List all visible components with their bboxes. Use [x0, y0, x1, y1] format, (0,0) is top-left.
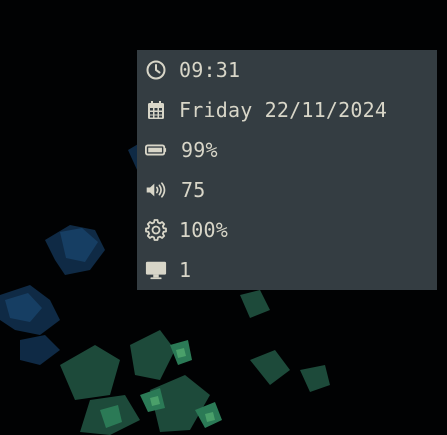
time-value: 09:31	[179, 58, 241, 82]
calendar-icon	[145, 99, 167, 121]
battery-row: 99%	[137, 130, 437, 170]
date-value: Friday 22/11/2024	[179, 98, 388, 122]
volume-icon	[145, 179, 167, 201]
brightness-row: 100%	[137, 210, 437, 250]
monitor-icon	[145, 259, 167, 281]
workspace-row: 1	[137, 250, 437, 290]
clock-icon	[145, 59, 167, 81]
status-panel: 09:31 Friday 22/11/2024 99% 75 100% 1	[137, 50, 437, 290]
battery-icon	[145, 139, 167, 161]
time-row: 09:31	[137, 50, 437, 90]
workspace-value: 1	[179, 258, 192, 282]
volume-value: 75	[181, 178, 206, 202]
battery-value: 99%	[181, 138, 218, 162]
date-row: Friday 22/11/2024	[137, 90, 437, 130]
brightness-value: 100%	[179, 218, 228, 242]
gear-icon	[145, 219, 167, 241]
volume-row: 75	[137, 170, 437, 210]
